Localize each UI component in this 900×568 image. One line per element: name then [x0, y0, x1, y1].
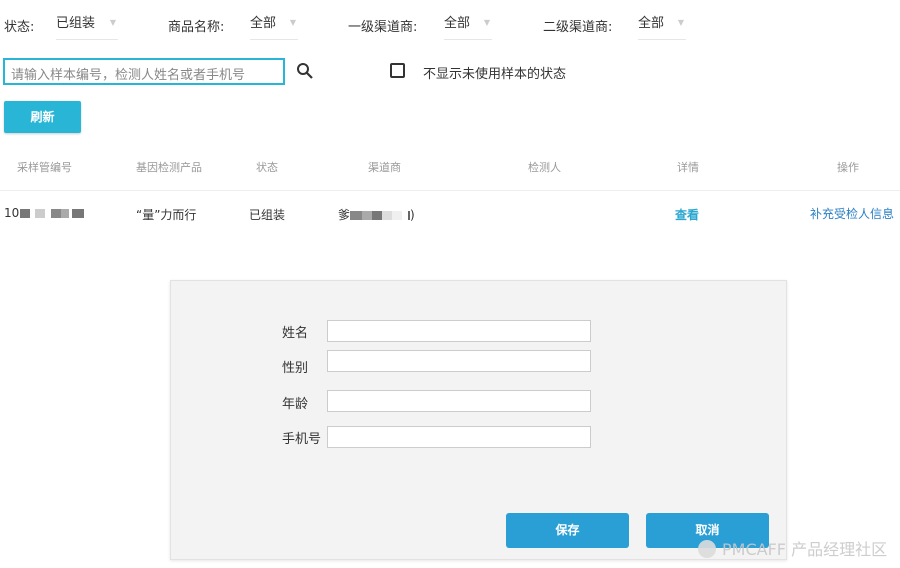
header-channel: 渠道商	[368, 161, 401, 174]
chevron-down-icon: ▼	[109, 18, 116, 27]
header-status: 状态	[256, 161, 278, 174]
cell-sample-id: 10	[4, 206, 85, 220]
hide-unused-checkbox[interactable]	[390, 63, 405, 78]
header-product: 基因检测产品	[136, 161, 202, 174]
product-filter-value: 全部	[250, 16, 277, 31]
status-filter-value: 已组装	[56, 16, 96, 31]
search-input[interactable]: 请输入样本编号，检测人姓名或者手机号	[3, 58, 285, 85]
gender-input[interactable]	[327, 350, 591, 372]
level2-channel-label: 二级渠道商:	[543, 20, 613, 35]
header-sample-id: 采样管编号	[17, 161, 72, 174]
header-tester: 检测人	[528, 161, 561, 174]
header-action: 操作	[837, 161, 859, 174]
header-detail: 详情	[677, 161, 699, 174]
phone-label: 手机号	[282, 432, 322, 447]
cell-channel: 爹)	[338, 208, 415, 222]
watermark: PMCAFF 产品经理社区	[698, 536, 887, 560]
status-filter-select[interactable]: 已组装 ▼	[56, 12, 118, 40]
refresh-button[interactable]: 刷新	[4, 101, 81, 133]
gender-label: 性别	[282, 361, 309, 376]
phone-input[interactable]	[327, 426, 591, 448]
cell-product: “量”力而行	[136, 208, 197, 222]
tester-info-dialog: 姓名 性别 年龄 手机号 保存 取消	[170, 280, 787, 560]
pmcaff-logo-icon	[698, 540, 716, 558]
level1-channel-label: 一级渠道商:	[348, 20, 418, 35]
view-detail-link[interactable]: 查看	[675, 206, 699, 223]
level2-channel-select[interactable]: 全部 ▼	[638, 12, 686, 40]
product-filter-label: 商品名称:	[168, 20, 225, 35]
name-input[interactable]	[327, 320, 591, 342]
product-filter-select[interactable]: 全部 ▼	[250, 12, 298, 40]
supplement-tester-info-link[interactable]: 补充受检人信息	[810, 205, 894, 222]
level2-channel-value: 全部	[638, 16, 665, 31]
status-filter-label: 状态:	[4, 20, 35, 35]
save-button[interactable]: 保存	[506, 513, 629, 548]
search-icon[interactable]	[296, 62, 314, 80]
chevron-down-icon: ▼	[483, 18, 490, 27]
cell-status: 已组装	[249, 208, 286, 222]
hide-unused-label: 不显示未使用样本的状态	[423, 67, 567, 82]
header-divider	[0, 190, 900, 191]
age-input[interactable]	[327, 390, 591, 412]
chevron-down-icon: ▼	[677, 18, 684, 27]
level1-channel-value: 全部	[444, 16, 471, 31]
age-label: 年龄	[282, 397, 309, 412]
level1-channel-select[interactable]: 全部 ▼	[444, 12, 492, 40]
chevron-down-icon: ▼	[289, 18, 296, 27]
name-label: 姓名	[282, 326, 309, 341]
